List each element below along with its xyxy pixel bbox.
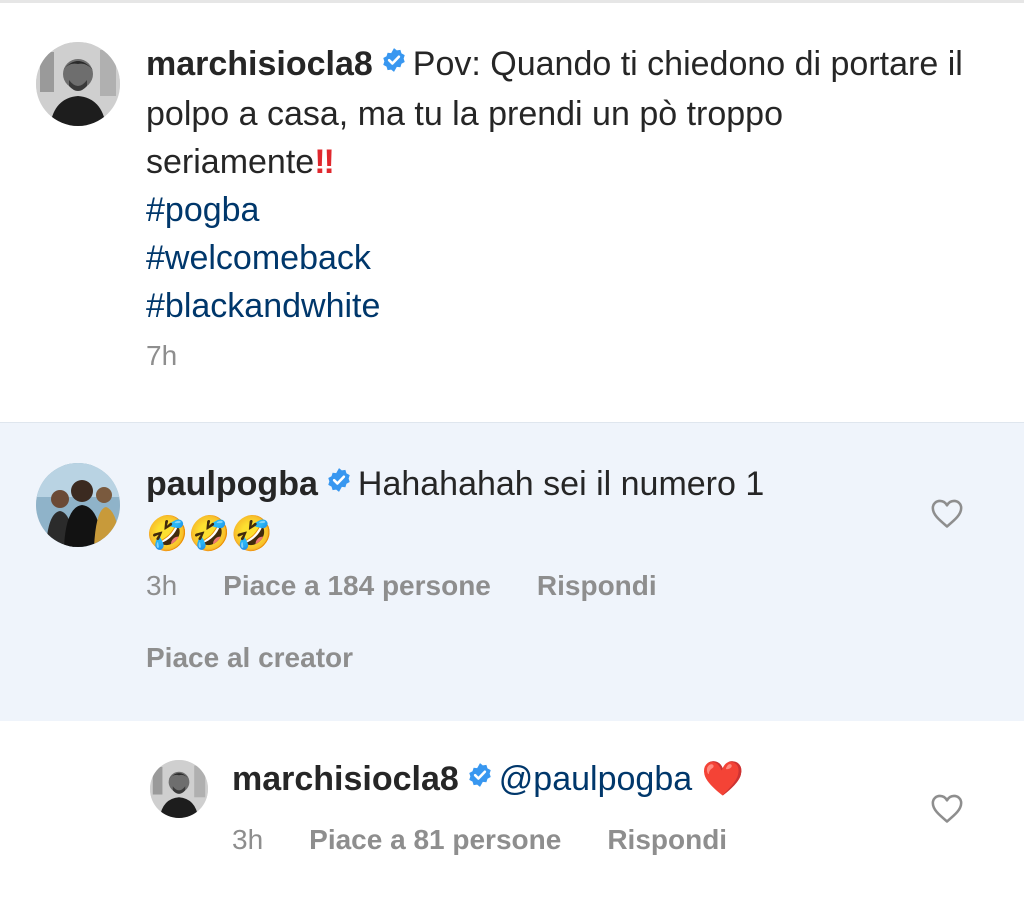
avatar[interactable]: [150, 760, 208, 818]
hashtag-link[interactable]: #blackandwhite: [146, 287, 380, 325]
reply-timestamp: 3h: [232, 824, 264, 855]
profile-photo-icon: [36, 463, 120, 547]
caption-text: marchisiocla8 Pov: Quando ti chiedono di …: [146, 40, 976, 330]
verified-badge-icon: [467, 753, 493, 801]
avatar[interactable]: [36, 42, 120, 126]
heart-outline-icon[interactable]: [930, 792, 964, 824]
verified-badge-icon: [326, 458, 352, 506]
reply-username[interactable]: marchisiocla8: [232, 760, 459, 798]
heart-outline-icon[interactable]: [930, 497, 964, 529]
top-divider: [0, 0, 1024, 3]
hashtag-link[interactable]: #welcomeback: [146, 239, 371, 277]
comment-body: Hahahahah sei il numero 1: [357, 465, 765, 503]
mention-link[interactable]: @paulpogba: [499, 760, 692, 798]
laughing-emoji: 🤣🤣🤣: [146, 514, 274, 555]
caption-username[interactable]: marchisiocla8: [146, 45, 373, 83]
comment-meta: 3h Piace a 184 persone Rispondi: [146, 570, 703, 602]
reply-button[interactable]: Rispondi: [607, 824, 727, 856]
double-exclamation-icon: !!: [314, 143, 335, 182]
likes-count-link[interactable]: Piace a 184 persone: [223, 570, 491, 602]
reply-button[interactable]: Rispondi: [537, 570, 657, 602]
avatar[interactable]: [36, 463, 120, 547]
reply-meta: 3h Piace a 81 persone Rispondi: [232, 824, 773, 856]
profile-photo-icon: [150, 760, 208, 818]
comment-username[interactable]: paulpogba: [146, 465, 318, 503]
comment-timestamp: 3h: [146, 570, 178, 601]
comment-text: paulpogba Hahahahah sei il numero 1 🤣🤣🤣: [146, 460, 906, 558]
likes-count-link[interactable]: Piace a 81 persone: [309, 824, 561, 856]
reply-text: marchisiocla8 @paulpogba ❤️: [232, 755, 892, 805]
profile-photo-icon: [36, 42, 120, 126]
verified-badge-icon: [381, 38, 407, 86]
creator-like-label: Piace al creator: [146, 642, 354, 673]
hashtag-link[interactable]: #pogba: [146, 191, 259, 229]
red-heart-emoji: ❤️: [701, 759, 744, 799]
caption-timestamp: 7h: [146, 340, 178, 371]
